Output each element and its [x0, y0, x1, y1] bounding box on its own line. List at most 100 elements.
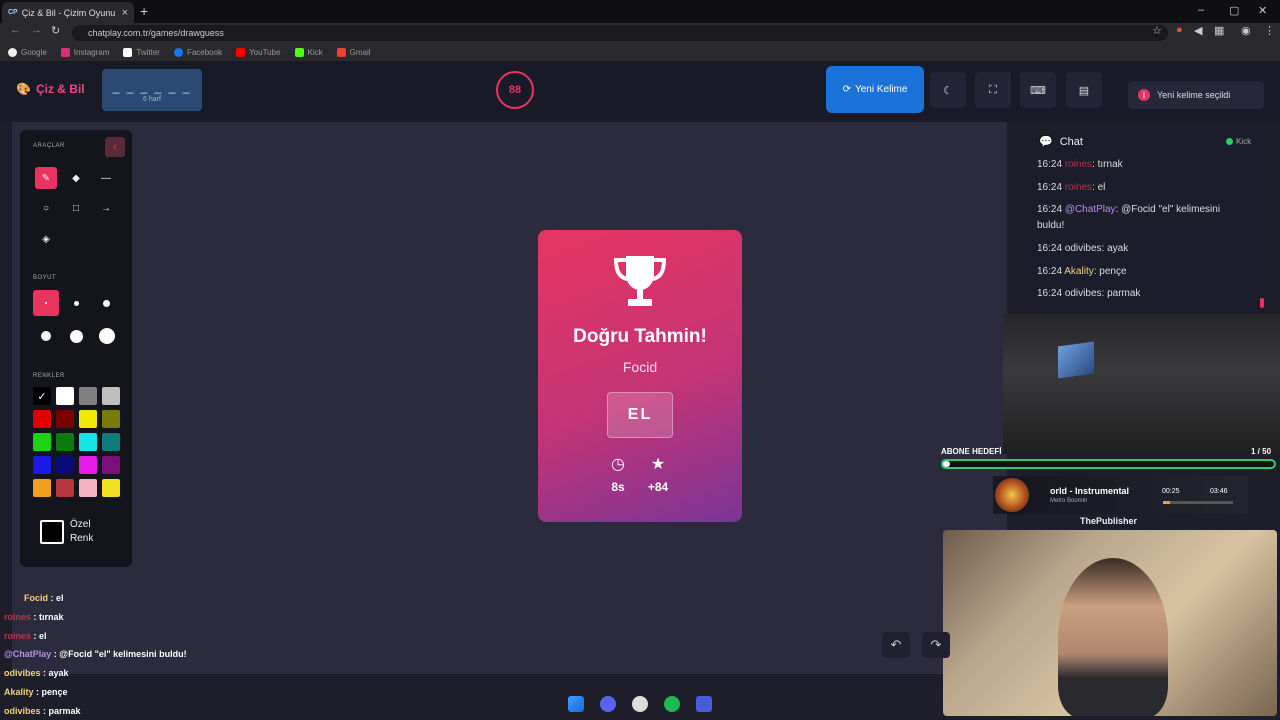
color-swatch[interactable] [33, 456, 51, 474]
color-swatch[interactable] [102, 410, 120, 428]
app-logo[interactable]: 🎨 Çiz & Bil [16, 82, 85, 96]
extension-icon[interactable]: ● [1176, 24, 1183, 36]
color-swatch[interactable] [56, 479, 74, 497]
new-word-button[interactable]: ⟳ Yeni Kelime [826, 66, 924, 113]
eraser-tool[interactable]: ◆ [65, 167, 87, 189]
size-option-4[interactable] [41, 331, 51, 341]
size-option-2[interactable] [74, 301, 79, 306]
browser-tab[interactable]: CP Çiz & Bil - Çizim Oyunu × [2, 2, 134, 23]
app-icon[interactable] [696, 696, 712, 712]
color-swatch[interactable] [102, 456, 120, 474]
collapse-tools-button[interactable]: ‹ [105, 137, 125, 157]
bookmarks-bar: Google Instagram Twitter Facebook YouTub… [0, 43, 1280, 61]
discord-icon[interactable] [600, 696, 616, 712]
circle-tool[interactable]: ○ [35, 197, 57, 219]
window-close-icon[interactable]: ✕ [1258, 4, 1267, 17]
song-title: orld - Instrumental [1050, 486, 1130, 496]
line-tool[interactable]: — [95, 167, 117, 189]
maximize-icon[interactable]: ▢ [1229, 4, 1239, 17]
bookmark-instagram[interactable]: Instagram [60, 47, 109, 57]
custom-color-button[interactable]: Özel Renk [40, 518, 93, 546]
color-swatch[interactable] [102, 479, 120, 497]
chat-username[interactable]: roines [1065, 159, 1092, 170]
chrome-icon[interactable] [632, 696, 648, 712]
chat-username[interactable]: odivibes [1065, 243, 1102, 254]
color-swatch[interactable] [33, 479, 51, 497]
redo-button[interactable]: ↷ [922, 632, 950, 658]
extensions-puzzle-icon[interactable]: ▦ [1214, 24, 1224, 37]
streamer-webcam [943, 530, 1277, 716]
chat-username[interactable]: odivibes [1065, 288, 1102, 299]
chat-scrollbar[interactable] [1260, 298, 1264, 308]
fill-tool[interactable]: ◈ [35, 228, 57, 250]
now-playing-widget: orld - Instrumental Metro Boomin 00:25 0… [993, 476, 1248, 514]
menu-dots-icon[interactable]: ⋮ [1264, 24, 1275, 37]
overlay-chat-message: odivibes : ayak [4, 668, 69, 679]
bookmark-star-icon[interactable]: ☆ [1152, 24, 1162, 37]
color-swatch[interactable] [33, 410, 51, 428]
keyboard-button[interactable]: ⌨ [1020, 72, 1056, 108]
color-swatch[interactable] [56, 387, 74, 405]
color-swatch[interactable] [56, 456, 74, 474]
chat-username[interactable]: roines [1065, 182, 1092, 193]
undo-button[interactable]: ↶ [882, 632, 910, 658]
color-swatch[interactable] [79, 387, 97, 405]
color-palette: ✓ [33, 387, 125, 502]
keyboard-icon: ⌨ [1030, 84, 1046, 97]
forward-icon[interactable]: → [31, 24, 42, 36]
archive-button[interactable]: ▤ [1066, 72, 1102, 108]
brush-tool[interactable]: ✎ [35, 167, 57, 189]
chat-username[interactable]: Akality [1064, 266, 1093, 277]
color-swatch[interactable] [79, 433, 97, 451]
color-swatch[interactable] [102, 433, 120, 451]
size-section-label: BOYUT [33, 275, 57, 281]
color-swatch[interactable] [56, 410, 74, 428]
drawing-canvas[interactable] [12, 122, 1007, 674]
dark-mode-button[interactable]: ☾ [930, 72, 966, 108]
twitter-icon [123, 47, 133, 57]
os-taskbar [560, 690, 720, 718]
windows-start-icon[interactable] [568, 696, 584, 712]
album-art [995, 478, 1029, 512]
rectangle-tool[interactable]: □ [65, 197, 87, 219]
bookmark-youtube[interactable]: YouTube [236, 47, 281, 57]
color-swatch[interactable] [79, 479, 97, 497]
profile-icon[interactable]: ◉ [1241, 24, 1251, 37]
size-option-5[interactable] [70, 330, 83, 343]
size-option-6[interactable] [99, 328, 115, 344]
bookmark-kick[interactable]: Kick [294, 47, 323, 57]
minimize-icon[interactable]: – [1198, 4, 1204, 16]
back-icon[interactable]: ← [10, 24, 21, 36]
fullscreen-button[interactable]: ⛶ [975, 72, 1011, 108]
url-input[interactable]: chatplay.com.tr/games/drawguess [72, 25, 1168, 41]
bookmark-google[interactable]: Google [8, 47, 47, 57]
chat-username[interactable]: @ChatPlay [1065, 204, 1116, 215]
bookmark-facebook[interactable]: Facebook [173, 47, 222, 57]
redo-icon: ↷ [930, 637, 942, 652]
bookmark-twitter[interactable]: Twitter [123, 47, 160, 57]
word-hint-box: _ _ _ _ _ _ 6 harf [102, 69, 202, 111]
color-swatch[interactable] [56, 433, 74, 451]
size-option-3[interactable] [103, 300, 110, 307]
gmail-icon [336, 47, 346, 57]
archive-icon: ▤ [1078, 84, 1090, 97]
chevron-left-icon: ‹ [113, 141, 117, 153]
color-swatch[interactable] [79, 410, 97, 428]
trophy-icon [613, 256, 667, 306]
audio-icon[interactable]: ◀ [1194, 24, 1202, 37]
color-swatch-selected[interactable]: ✓ [33, 387, 51, 405]
color-swatch[interactable] [79, 456, 97, 474]
sub-goal-count: 1 / 50 [1251, 447, 1272, 456]
time-stat: ◷ 8s [598, 454, 638, 494]
reload-icon[interactable]: ↻ [51, 24, 60, 37]
arrow-tool[interactable]: → [95, 197, 117, 219]
bookmark-gmail[interactable]: Gmail [336, 47, 371, 57]
size-option-1[interactable] [33, 290, 59, 316]
toast-notification: i Yeni kelime seçildi [1128, 81, 1264, 109]
close-tab-icon[interactable]: × [122, 7, 128, 19]
color-swatch[interactable] [102, 387, 120, 405]
new-tab-button[interactable]: + [140, 3, 148, 19]
browser-tab-strip [0, 0, 1280, 23]
color-swatch[interactable] [33, 433, 51, 451]
spotify-icon[interactable] [664, 696, 680, 712]
